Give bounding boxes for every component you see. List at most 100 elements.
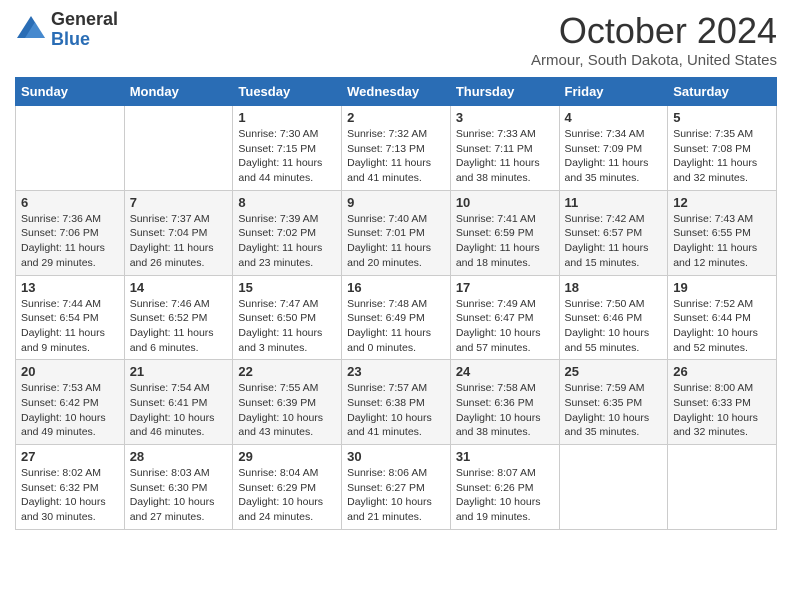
calendar-week-1: 1Sunrise: 7:30 AM Sunset: 7:15 PM Daylig… (16, 106, 777, 191)
calendar-cell: 3 Sunrise: 7:33 AM Sunset: 7:11 PM Daylig… (450, 106, 559, 191)
day-number: 12 (673, 195, 771, 210)
logo-text: General Blue (51, 10, 118, 50)
day-info: Sunrise: 7:43 AM Sunset: 6:55 PM Dayligh… (673, 212, 771, 271)
calendar-cell: 11 Sunrise: 7:42 AM Sunset: 6:57 PM Dayli… (559, 190, 668, 275)
day-info: Sunrise: 7:50 AM Sunset: 6:46 PM Dayligh… (565, 297, 663, 356)
calendar-cell: 16 Sunrise: 7:48 AM Sunset: 6:49 PM Dayli… (342, 275, 451, 360)
logo-blue-text: Blue (51, 30, 118, 50)
day-number: 19 (673, 280, 771, 295)
calendar-week-2: 6 Sunrise: 7:36 AM Sunset: 7:06 PM Daylig… (16, 190, 777, 275)
weekday-header-saturday: Saturday (668, 78, 777, 106)
calendar-cell (16, 106, 125, 191)
day-number: 25 (565, 364, 663, 379)
day-info: Sunrise: 7:34 AM Sunset: 7:09 PM Dayligh… (565, 127, 663, 186)
day-info: Sunrise: 7:52 AM Sunset: 6:44 PM Dayligh… (673, 297, 771, 356)
day-info: Sunrise: 7:46 AM Sunset: 6:52 PM Dayligh… (130, 297, 228, 356)
day-number: 20 (21, 364, 119, 379)
day-number: 22 (238, 364, 336, 379)
day-info: Sunrise: 7:49 AM Sunset: 6:47 PM Dayligh… (456, 297, 554, 356)
calendar-cell: 20 Sunrise: 7:53 AM Sunset: 6:42 PM Dayli… (16, 360, 125, 445)
day-number: 13 (21, 280, 119, 295)
calendar-cell (559, 445, 668, 530)
day-info: Sunrise: 7:53 AM Sunset: 6:42 PM Dayligh… (21, 381, 119, 440)
calendar-week-3: 13 Sunrise: 7:44 AM Sunset: 6:54 PM Dayli… (16, 275, 777, 360)
calendar-cell: 5Sunrise: 7:35 AM Sunset: 7:08 PM Daylig… (668, 106, 777, 191)
day-number: 6 (21, 195, 119, 210)
calendar-cell: 25 Sunrise: 7:59 AM Sunset: 6:35 PM Dayli… (559, 360, 668, 445)
day-info: Sunrise: 7:55 AM Sunset: 6:39 PM Dayligh… (238, 381, 336, 440)
day-number: 28 (130, 449, 228, 464)
calendar-cell: 17 Sunrise: 7:49 AM Sunset: 6:47 PM Dayli… (450, 275, 559, 360)
calendar-cell: 13 Sunrise: 7:44 AM Sunset: 6:54 PM Dayli… (16, 275, 125, 360)
day-info: Sunrise: 7:47 AM Sunset: 6:50 PM Dayligh… (238, 297, 336, 356)
day-info: Sunrise: 7:57 AM Sunset: 6:38 PM Dayligh… (347, 381, 445, 440)
day-number: 16 (347, 280, 445, 295)
calendar-cell: 12 Sunrise: 7:43 AM Sunset: 6:55 PM Dayli… (668, 190, 777, 275)
calendar-cell: 6 Sunrise: 7:36 AM Sunset: 7:06 PM Daylig… (16, 190, 125, 275)
calendar-cell (668, 445, 777, 530)
day-number: 8 (238, 195, 336, 210)
day-info: Sunrise: 8:00 AM Sunset: 6:33 PM Dayligh… (673, 381, 771, 440)
day-info: Sunrise: 7:54 AM Sunset: 6:41 PM Dayligh… (130, 381, 228, 440)
calendar-cell: 1Sunrise: 7:30 AM Sunset: 7:15 PM Daylig… (233, 106, 342, 191)
calendar-cell: 4 Sunrise: 7:34 AM Sunset: 7:09 PM Daylig… (559, 106, 668, 191)
weekday-header-wednesday: Wednesday (342, 78, 451, 106)
day-info: Sunrise: 7:30 AM Sunset: 7:15 PM Dayligh… (238, 127, 336, 186)
calendar-week-5: 27Sunrise: 8:02 AM Sunset: 6:32 PM Dayli… (16, 445, 777, 530)
day-info: Sunrise: 7:42 AM Sunset: 6:57 PM Dayligh… (565, 212, 663, 271)
day-number: 31 (456, 449, 554, 464)
day-info: Sunrise: 8:06 AM Sunset: 6:27 PM Dayligh… (347, 466, 445, 525)
calendar-cell: 15 Sunrise: 7:47 AM Sunset: 6:50 PM Dayli… (233, 275, 342, 360)
day-info: Sunrise: 7:39 AM Sunset: 7:02 PM Dayligh… (238, 212, 336, 271)
day-number: 2 (347, 110, 445, 125)
day-number: 27 (21, 449, 119, 464)
day-number: 26 (673, 364, 771, 379)
weekday-header-sunday: Sunday (16, 78, 125, 106)
page-header: General Blue October 2024 Armour, South … (15, 10, 777, 69)
day-number: 10 (456, 195, 554, 210)
day-info: Sunrise: 7:33 AM Sunset: 7:11 PM Dayligh… (456, 127, 554, 186)
day-info: Sunrise: 8:07 AM Sunset: 6:26 PM Dayligh… (456, 466, 554, 525)
calendar-cell: 30Sunrise: 8:06 AM Sunset: 6:27 PM Dayli… (342, 445, 451, 530)
calendar-cell: 26 Sunrise: 8:00 AM Sunset: 6:33 PM Dayli… (668, 360, 777, 445)
day-info: Sunrise: 7:48 AM Sunset: 6:49 PM Dayligh… (347, 297, 445, 356)
logo-general-text: General (51, 10, 118, 30)
day-number: 4 (565, 110, 663, 125)
location-subtitle: Armour, South Dakota, United States (531, 52, 777, 69)
day-info: Sunrise: 8:04 AM Sunset: 6:29 PM Dayligh… (238, 466, 336, 525)
day-number: 5 (673, 110, 771, 125)
calendar-cell: 27Sunrise: 8:02 AM Sunset: 6:32 PM Dayli… (16, 445, 125, 530)
calendar-header-row: SundayMondayTuesdayWednesdayThursdayFrid… (16, 78, 777, 106)
weekday-header-tuesday: Tuesday (233, 78, 342, 106)
calendar-cell: 14 Sunrise: 7:46 AM Sunset: 6:52 PM Dayli… (124, 275, 233, 360)
calendar-cell: 7 Sunrise: 7:37 AM Sunset: 7:04 PM Daylig… (124, 190, 233, 275)
day-info: Sunrise: 7:37 AM Sunset: 7:04 PM Dayligh… (130, 212, 228, 271)
day-info: Sunrise: 7:44 AM Sunset: 6:54 PM Dayligh… (21, 297, 119, 356)
day-info: Sunrise: 7:59 AM Sunset: 6:35 PM Dayligh… (565, 381, 663, 440)
calendar-table: SundayMondayTuesdayWednesdayThursdayFrid… (15, 77, 777, 530)
calendar-cell: 28Sunrise: 8:03 AM Sunset: 6:30 PM Dayli… (124, 445, 233, 530)
weekday-header-monday: Monday (124, 78, 233, 106)
calendar-cell: 29Sunrise: 8:04 AM Sunset: 6:29 PM Dayli… (233, 445, 342, 530)
day-info: Sunrise: 7:40 AM Sunset: 7:01 PM Dayligh… (347, 212, 445, 271)
logo: General Blue (15, 10, 118, 50)
weekday-header-thursday: Thursday (450, 78, 559, 106)
calendar-cell: 9Sunrise: 7:40 AM Sunset: 7:01 PM Daylig… (342, 190, 451, 275)
day-number: 17 (456, 280, 554, 295)
day-info: Sunrise: 7:36 AM Sunset: 7:06 PM Dayligh… (21, 212, 119, 271)
title-block: October 2024 Armour, South Dakota, Unite… (531, 10, 777, 69)
day-info: Sunrise: 7:41 AM Sunset: 6:59 PM Dayligh… (456, 212, 554, 271)
day-number: 14 (130, 280, 228, 295)
calendar-cell: 2Sunrise: 7:32 AM Sunset: 7:13 PM Daylig… (342, 106, 451, 191)
day-number: 18 (565, 280, 663, 295)
day-number: 7 (130, 195, 228, 210)
day-info: Sunrise: 7:58 AM Sunset: 6:36 PM Dayligh… (456, 381, 554, 440)
calendar-week-4: 20 Sunrise: 7:53 AM Sunset: 6:42 PM Dayli… (16, 360, 777, 445)
calendar-cell: 10 Sunrise: 7:41 AM Sunset: 6:59 PM Dayli… (450, 190, 559, 275)
weekday-header-friday: Friday (559, 78, 668, 106)
day-number: 3 (456, 110, 554, 125)
day-number: 15 (238, 280, 336, 295)
logo-icon (15, 14, 47, 46)
month-title: October 2024 (531, 10, 777, 52)
day-number: 11 (565, 195, 663, 210)
